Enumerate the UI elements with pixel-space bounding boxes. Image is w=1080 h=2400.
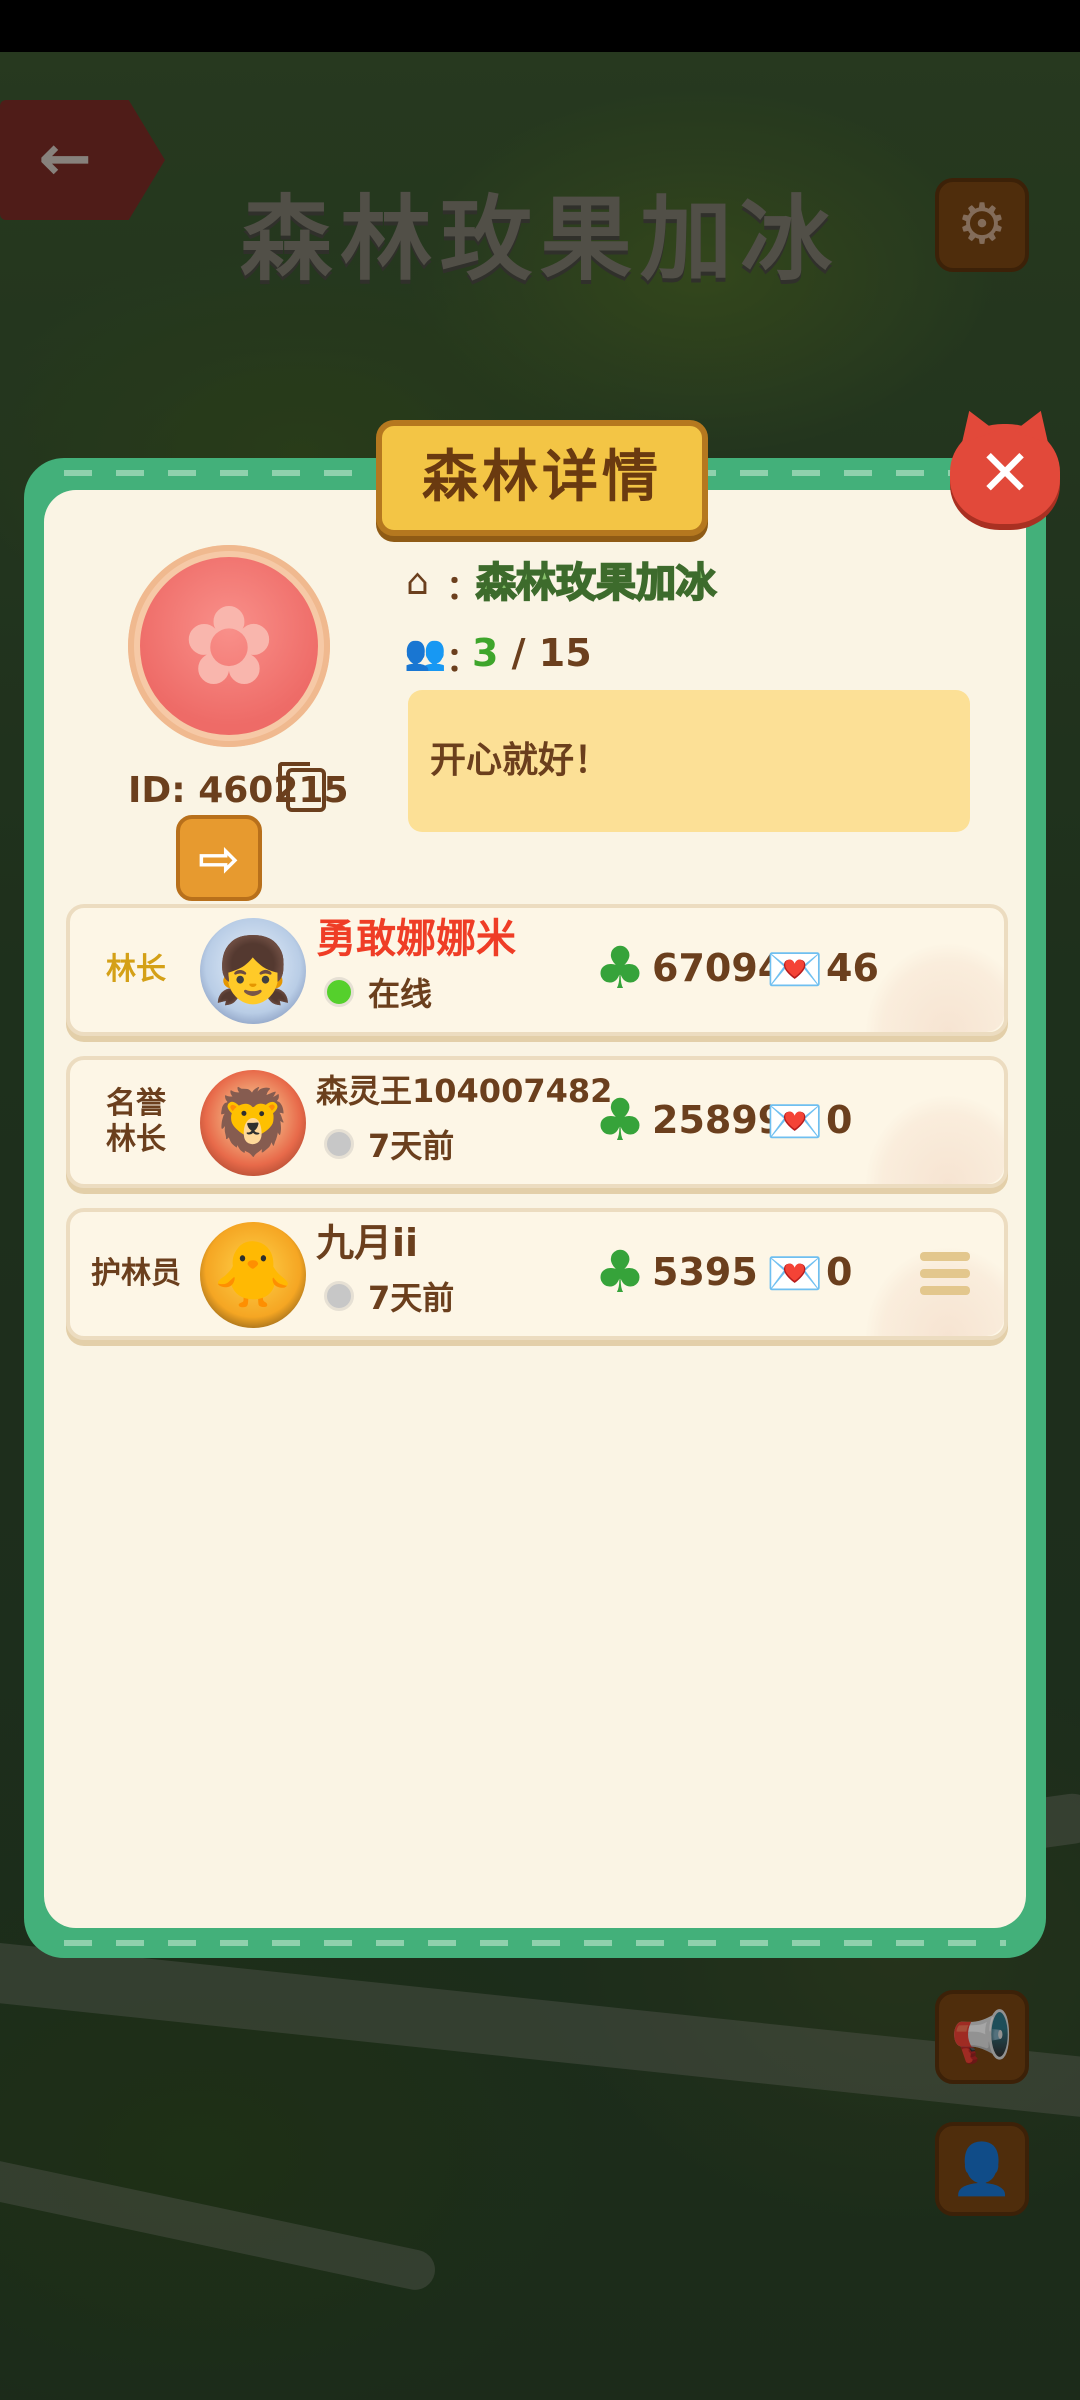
member-status: 7天前 (324, 1276, 454, 1320)
avatar[interactable]: 🦁 (200, 1070, 306, 1176)
member-status: 在线 (324, 972, 432, 1016)
clover-count: 67094 (652, 946, 785, 990)
dialog-title: 森林详情 (422, 445, 662, 510)
member-row[interactable]: 林长 👧 勇敢娜娜米 在线 ♣ 67094 💌 46 (66, 904, 1008, 1036)
name-colon: ： (446, 568, 480, 608)
clover-icon: ♣ (594, 934, 646, 1002)
butterfly-icon: ✿ (182, 582, 276, 710)
member-count: 3 / 15 (472, 628, 592, 678)
heart-letter-icon: 💌 (766, 1094, 824, 1148)
members-icon: 👥 (404, 633, 447, 673)
heart-count: 0 (826, 1250, 853, 1294)
avatar[interactable]: 🐥 (200, 1222, 306, 1328)
close-icon: ✕ (978, 437, 1032, 511)
forest-motto: 开心就好！ (430, 740, 611, 781)
member-row[interactable]: 护林员 🐥 九月ii 7天前 ♣ 5395 💌 0 (66, 1208, 1008, 1340)
card-watermark (864, 1094, 1004, 1184)
copy-icon[interactable] (278, 762, 326, 812)
decorative-dashes (64, 1940, 1006, 1946)
offline-status-dot (324, 1129, 354, 1159)
member-status: 7天前 (324, 1124, 454, 1168)
member-name: 森灵王104007482 (316, 1072, 613, 1110)
close-button[interactable]: ✕ (950, 424, 1060, 524)
clover-icon: ♣ (594, 1086, 646, 1154)
forest-name: 森林玫果加冰 (475, 559, 717, 607)
heart-count: 46 (826, 946, 879, 990)
member-count-sep: / (498, 631, 539, 675)
member-role: 名誉林长 (106, 1086, 166, 1157)
home-icon: ⌂ (406, 562, 429, 603)
clover-count: 5395 (652, 1250, 758, 1294)
heart-letter-icon: 💌 (766, 1246, 824, 1300)
online-status-dot (324, 977, 354, 1007)
leave-forest-button[interactable]: ⇨ (176, 815, 262, 901)
dialog-title-plate: 森林详情 (376, 420, 708, 536)
clover-icon: ♣ (594, 1238, 646, 1306)
member-row[interactable]: 名誉林长 🦁 森灵王104007482 7天前 ♣ 25899 💌 0 (66, 1056, 1008, 1188)
forest-emblem: ✿ (128, 545, 330, 747)
member-name: 九月ii (316, 1221, 419, 1265)
member-role: 林长 (106, 952, 166, 987)
avatar[interactable]: 👧 (200, 918, 306, 1024)
clover-count: 25899 (652, 1098, 785, 1142)
card-watermark (864, 942, 1004, 1032)
member-role: 护林员 (91, 1256, 181, 1291)
member-menu-icon[interactable] (920, 1252, 970, 1298)
forest-motto-box: 开心就好！ (408, 690, 970, 832)
member-count-max: 15 (538, 631, 592, 675)
exit-door-icon: ⇨ (198, 830, 240, 888)
heart-count: 0 (826, 1098, 853, 1142)
offline-status-dot (324, 1281, 354, 1311)
member-count-current: 3 (472, 631, 499, 675)
status-bar (0, 0, 1080, 52)
member-name: 勇敢娜娜米 (316, 916, 516, 962)
heart-letter-icon: 💌 (766, 942, 824, 996)
